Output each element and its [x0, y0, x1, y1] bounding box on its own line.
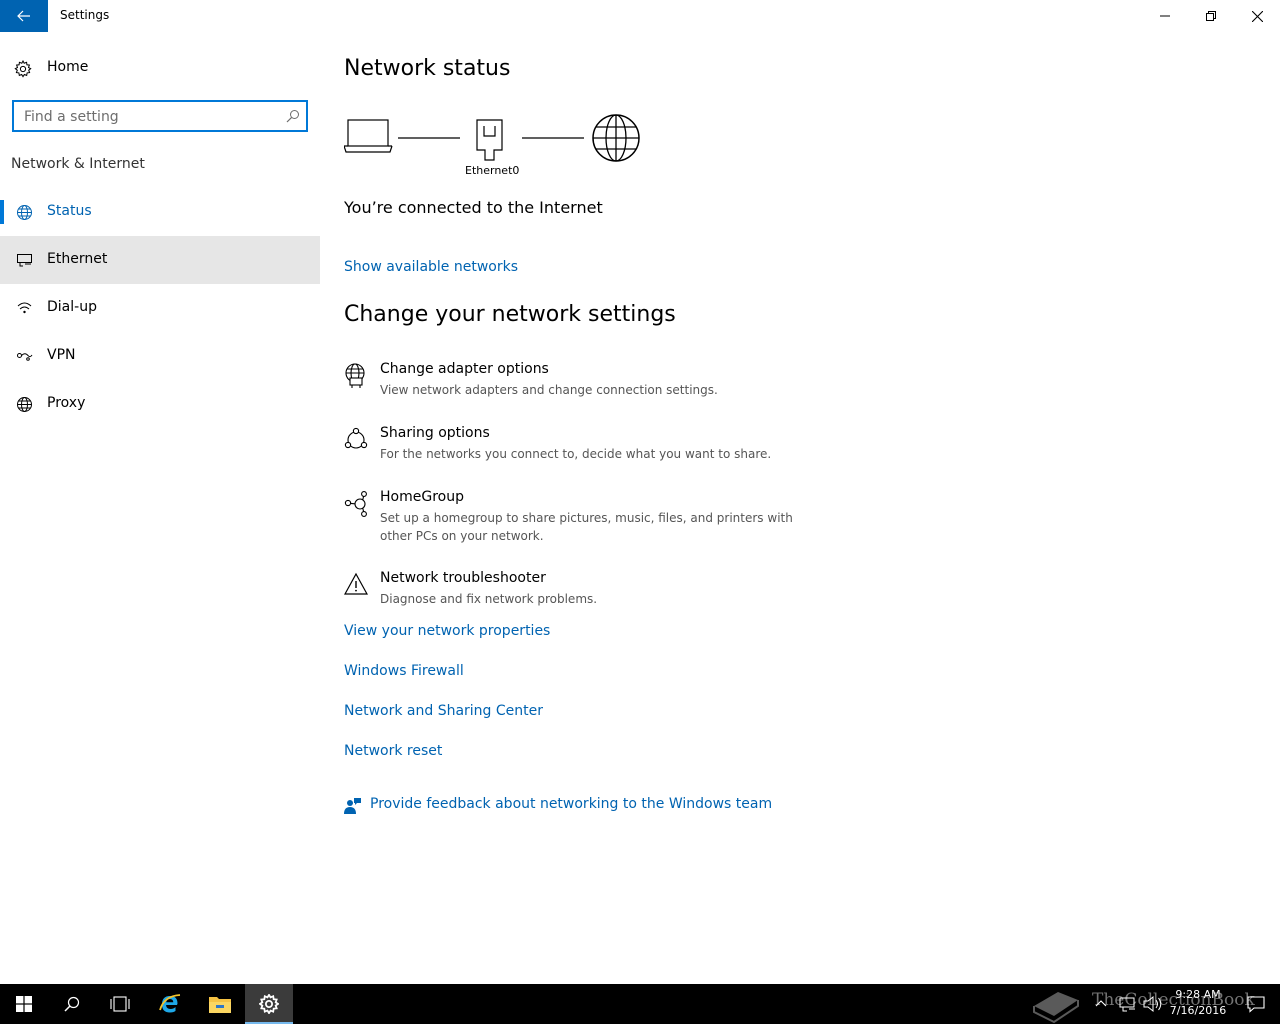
search-icon[interactable]	[286, 109, 300, 123]
sidebar-item-status[interactable]: Status	[0, 188, 320, 236]
action-center-button[interactable]	[1236, 984, 1276, 1024]
option-title: Sharing options	[380, 425, 490, 441]
notification-icon	[1247, 996, 1265, 1013]
back-button[interactable]	[0, 0, 48, 32]
internet-globe-icon	[592, 114, 640, 162]
adapter-icon	[345, 363, 365, 388]
close-icon	[1251, 10, 1263, 22]
vpn-icon	[17, 353, 33, 361]
option-title: Change adapter options	[380, 361, 549, 377]
section-label: Network & Internet	[11, 156, 145, 172]
show-hidden-icons-chevron-icon[interactable]	[1094, 984, 1108, 1024]
file-explorer-button[interactable]	[196, 984, 244, 1024]
windows-logo-icon	[16, 996, 32, 1012]
globe-icon	[17, 397, 32, 412]
taskbar: TheCollectionBook 9:28 AM 7/16/2016	[0, 984, 1280, 1024]
sidebar-item-label: Ethernet	[47, 251, 108, 267]
page-title: Network status	[344, 56, 511, 81]
ethernet-plug-icon	[476, 119, 503, 161]
show-available-networks-link[interactable]: Show available networks	[344, 259, 518, 275]
feedback-person-icon	[344, 798, 361, 814]
task-view-icon	[110, 996, 130, 1012]
option-title: HomeGroup	[380, 489, 464, 505]
ethernet-icon	[17, 254, 32, 267]
option-title: Network troubleshooter	[380, 570, 546, 586]
homegroup-icon	[344, 491, 367, 517]
laptop-icon	[344, 119, 393, 153]
book-logo-icon	[1033, 992, 1079, 1024]
selection-indicator	[0, 200, 4, 224]
minimize-icon	[1160, 15, 1170, 17]
windows-firewall-link[interactable]: Windows Firewall	[344, 663, 464, 679]
settings-taskbar-button[interactable]	[245, 984, 293, 1024]
taskbar-clock[interactable]: 9:28 AM 7/16/2016	[1160, 987, 1236, 1019]
minimize-button[interactable]	[1142, 0, 1188, 32]
connection-status: You’re connected to the Internet	[344, 198, 603, 217]
clock-time: 9:28 AM	[1175, 988, 1221, 1001]
network-reset-link[interactable]: Network reset	[344, 743, 442, 759]
option-change-adapter[interactable]: Change adapter options View network adap…	[344, 361, 804, 401]
sidebar-item-vpn[interactable]: VPN	[0, 332, 320, 380]
option-homegroup[interactable]: HomeGroup Set up a homegroup to share pi…	[344, 489, 804, 545]
search-input[interactable]	[24, 107, 274, 127]
network-sharing-center-link[interactable]: Network and Sharing Center	[344, 703, 543, 719]
clock-date: 7/16/2016	[1169, 1004, 1227, 1017]
folder-icon	[209, 997, 231, 1013]
option-description: View network adapters and change connect…	[380, 383, 718, 397]
globe-status-icon	[17, 205, 32, 220]
sidebar: Home Network & Internet Status Ethernet …	[0, 32, 320, 984]
network-tray-icon[interactable]	[1118, 984, 1138, 1024]
option-troubleshooter[interactable]: Network troubleshooter Diagnose and fix …	[344, 570, 804, 610]
view-network-properties-link[interactable]: View your network properties	[344, 623, 550, 639]
task-view-button[interactable]	[96, 984, 144, 1024]
title-bar: Settings	[0, 0, 1280, 32]
close-button[interactable]	[1234, 0, 1280, 32]
sidebar-item-label: Proxy	[47, 395, 86, 411]
feedback-label: Provide feedback about networking to the…	[370, 796, 773, 812]
home-label: Home	[47, 59, 89, 75]
sidebar-item-ethernet[interactable]: Ethernet	[0, 236, 320, 284]
sidebar-item-proxy[interactable]: Proxy	[0, 380, 320, 428]
start-button[interactable]	[0, 984, 48, 1024]
restore-icon	[1206, 11, 1216, 21]
restore-button[interactable]	[1188, 0, 1234, 32]
sidebar-item-label: Dial-up	[47, 299, 97, 315]
option-description: Diagnose and fix network problems.	[380, 592, 598, 606]
internet-explorer-icon	[159, 994, 181, 1013]
back-arrow-icon	[17, 10, 30, 22]
option-description: Set up a homegroup to share pictures, mu…	[380, 511, 793, 543]
gear-icon	[14, 60, 32, 78]
dialup-icon	[17, 302, 32, 314]
search-taskbar-button[interactable]	[48, 984, 96, 1024]
option-sharing[interactable]: Sharing options For the networks you con…	[344, 425, 804, 465]
window-title: Settings	[60, 8, 110, 22]
gear-icon	[259, 994, 279, 1014]
option-description: For the networks you connect to, decide …	[380, 447, 772, 461]
warning-icon	[344, 572, 368, 595]
edge-browser-button[interactable]	[146, 984, 194, 1024]
search-box	[12, 100, 308, 132]
adapter-name-label: Ethernet0	[465, 164, 520, 177]
settings-heading: Change your network settings	[344, 302, 676, 327]
sidebar-item-label: Status	[47, 203, 92, 219]
home-nav-item[interactable]: Home	[0, 48, 320, 88]
search-icon	[64, 996, 80, 1012]
main-content: Network status Ethernet0 You’re connecte…	[344, 32, 1244, 984]
sidebar-item-label: VPN	[47, 347, 76, 363]
sharing-icon	[344, 427, 368, 449]
sidebar-item-dialup[interactable]: Dial-up	[0, 284, 320, 332]
